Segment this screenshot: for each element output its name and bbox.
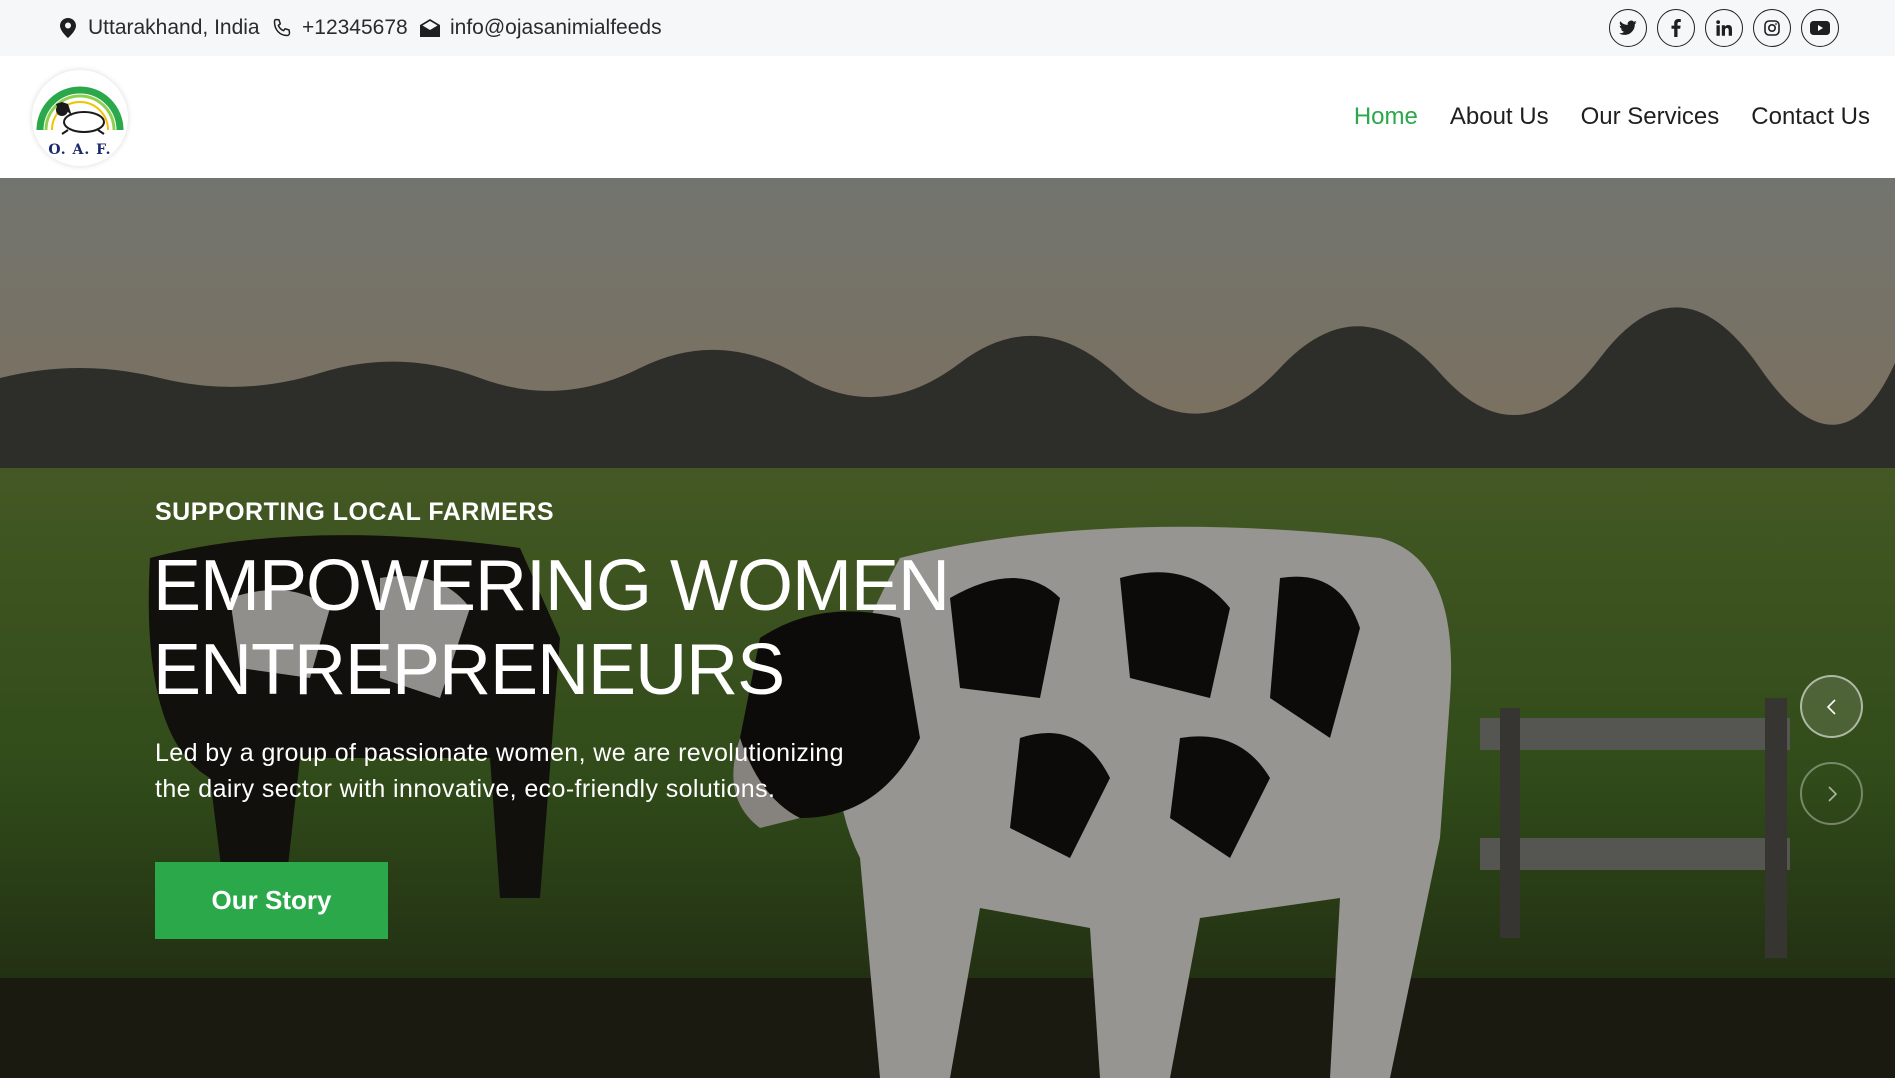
instagram-button[interactable]: [1753, 9, 1791, 47]
nav-contact-us[interactable]: Contact Us: [1751, 103, 1870, 131]
linkedin-icon: [1716, 20, 1732, 36]
hero-description-line-1: Led by a group of passionate women, we a…: [155, 739, 844, 767]
youtube-button[interactable]: [1801, 9, 1839, 47]
primary-menu: Home About Us Our Services Contact Us: [1354, 56, 1870, 178]
facebook-button[interactable]: [1657, 9, 1695, 47]
nav-about-us[interactable]: About Us: [1450, 103, 1549, 131]
instagram-icon: [1764, 20, 1780, 36]
carousel-next-button[interactable]: [1800, 762, 1863, 825]
nav-our-services[interactable]: Our Services: [1581, 103, 1720, 131]
email-text[interactable]: info@ojasanimialfeeds: [450, 16, 662, 40]
carousel-prev-button[interactable]: [1800, 675, 1863, 738]
linkedin-button[interactable]: [1705, 9, 1743, 47]
chevron-right-icon: [1827, 785, 1837, 802]
hero-description: Led by a group of passionate women, we a…: [155, 735, 915, 807]
social-links: [1609, 9, 1839, 47]
nav-home[interactable]: Home: [1354, 103, 1418, 131]
facebook-icon: [1671, 19, 1681, 37]
envelope-open-icon: [420, 17, 440, 39]
twitter-button[interactable]: [1609, 9, 1647, 47]
twitter-icon: [1619, 20, 1637, 35]
hero-headline-line-1: EMPOWERING WOMEN: [153, 546, 950, 626]
youtube-icon: [1810, 21, 1830, 35]
hero-headline: EMPOWERING WOMEN ENTREPRENEURS: [153, 544, 953, 712]
top-contact-bar: Uttarakhand, India +12345678 info@ojasan…: [0, 0, 1895, 56]
brand-logo[interactable]: O. A. F.: [32, 70, 128, 166]
logo-text: O. A. F.: [48, 142, 112, 158]
hero-headline-line-2: ENTREPRENEURS: [153, 630, 785, 710]
map-pin-icon: [58, 17, 78, 39]
location-text: Uttarakhand, India: [88, 16, 260, 39]
hero-description-line-2: the dairy sector with innovative, eco-fr…: [155, 775, 776, 803]
phone-text[interactable]: +12345678: [302, 16, 408, 40]
phone-icon: [272, 17, 292, 39]
hero-eyebrow: SUPPORTING LOCAL FARMERS: [155, 498, 555, 526]
hero-carousel: SUPPORTING LOCAL FARMERS EMPOWERING WOME…: [0, 178, 1895, 1078]
email-item[interactable]: info@ojasanimialfeeds: [420, 0, 662, 56]
our-story-button[interactable]: Our Story: [155, 862, 388, 939]
chevron-left-icon: [1826, 698, 1836, 715]
main-navbar: O. A. F. Home About Us Our Services Cont…: [0, 56, 1895, 178]
phone-item[interactable]: +12345678: [272, 0, 408, 56]
location-item: Uttarakhand, India: [58, 0, 260, 56]
